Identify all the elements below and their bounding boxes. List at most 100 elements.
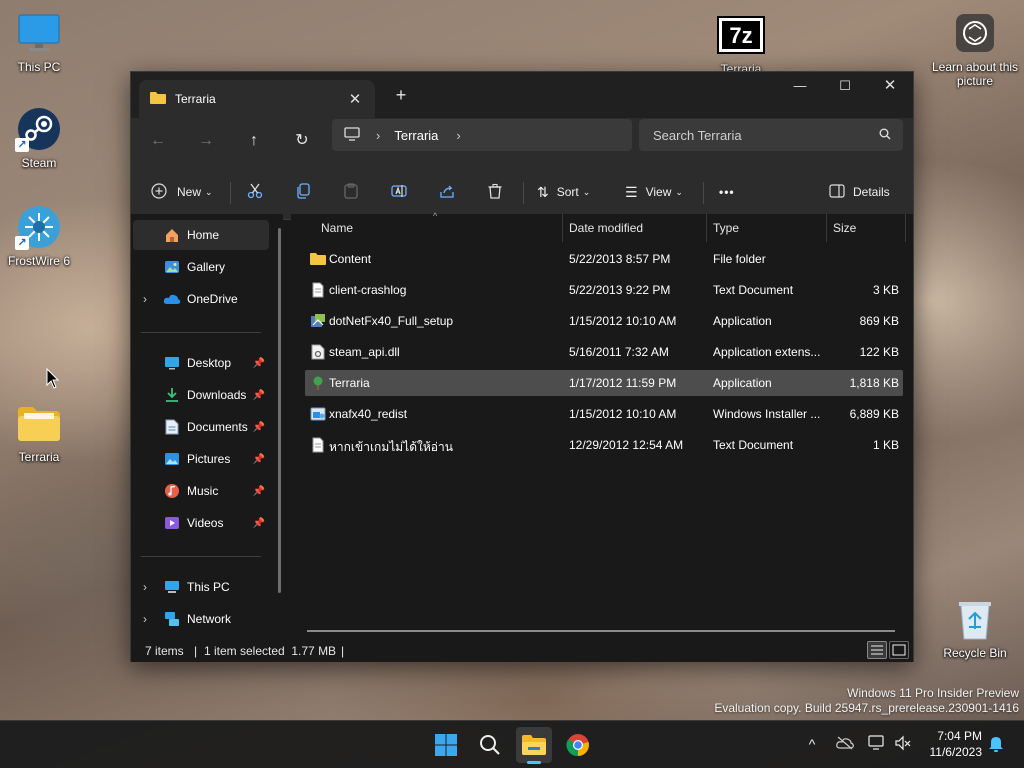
sidebar-item-music[interactable]: Music 📌	[133, 476, 269, 506]
sidebar-item-pictures[interactable]: Pictures 📌	[133, 444, 269, 474]
file-row[interactable]: xnafx40_redist 1/15/2012 10:10 AM Window…	[305, 401, 903, 427]
share-button[interactable]	[439, 178, 455, 206]
column-divider[interactable]	[706, 214, 707, 242]
frostwire-icon: ↗	[15, 204, 63, 250]
search-icon	[879, 128, 891, 143]
column-header-date[interactable]: Date modified	[569, 214, 705, 242]
clock[interactable]: 7:04 PM 11/6/2023	[918, 728, 983, 760]
column-divider[interactable]	[562, 214, 563, 242]
back-arrow-icon[interactable]: ←	[145, 129, 171, 153]
chevron-right-icon[interactable]: ›	[143, 292, 147, 306]
file-row[interactable]: steam_api.dll 5/16/2011 7:32 AM Applicat…	[305, 339, 903, 365]
file-explorer-taskbar-button[interactable]	[516, 727, 552, 764]
minimize-button[interactable]: —	[777, 72, 823, 102]
file-type: File folder	[713, 252, 766, 266]
sidebar-scrollbar[interactable]	[278, 228, 281, 593]
computer-icon	[163, 579, 181, 595]
file-row[interactable]: Content 5/22/2013 8:57 PM File folder	[305, 246, 903, 272]
cut-button[interactable]	[247, 178, 263, 206]
sidebar-item-network[interactable]: › Network	[133, 604, 269, 634]
more-options-button[interactable]: •••	[719, 178, 735, 206]
pin-icon[interactable]: 📌	[253, 518, 265, 529]
copy-button[interactable]	[295, 178, 311, 206]
delete-button[interactable]	[487, 178, 503, 206]
rename-button[interactable]	[391, 178, 407, 206]
sidebar-item-this-pc[interactable]: › This PC	[133, 572, 269, 602]
paste-button[interactable]	[343, 178, 359, 206]
chevron-right-icon[interactable]: ›	[143, 580, 147, 594]
sidebar-item-gallery[interactable]: Gallery	[133, 252, 269, 282]
column-label: Date modified	[569, 221, 644, 235]
desktop-icon-learn-picture[interactable]: Learn about this picture	[932, 10, 1018, 88]
file-row[interactable]: หากเข้าเกมไม่ได้ให้อ่าน 12/29/2012 12:54…	[305, 432, 903, 458]
network-tray-icon[interactable]	[868, 735, 886, 754]
camera-icon	[951, 10, 999, 56]
tab-close-button[interactable]: ✕	[345, 90, 365, 108]
sidebar-item-onedrive[interactable]: › OneDrive	[133, 284, 269, 314]
file-row-selected[interactable]: Terraria 1/17/2012 11:59 PM Application …	[305, 370, 903, 396]
new-label: New	[177, 185, 202, 199]
active-app-indicator	[527, 761, 541, 764]
tab-terraria[interactable]: Terraria ✕	[139, 80, 375, 118]
tiles-view-toggle[interactable]	[889, 641, 909, 659]
new-tab-button[interactable]: +	[389, 84, 413, 108]
sidebar-item-label: Documents	[187, 420, 248, 434]
sidebar-item-downloads[interactable]: Downloads 📌	[133, 380, 269, 410]
view-button[interactable]: ☰ View ⌄	[625, 178, 683, 206]
start-button[interactable]	[428, 727, 464, 763]
address-bar[interactable]: › Terraria ›	[332, 119, 632, 151]
pin-icon[interactable]: 📌	[253, 454, 265, 465]
maximize-button[interactable]: ☐	[822, 72, 868, 102]
new-button[interactable]: New ⌄	[151, 178, 213, 206]
sort-button[interactable]: ⇅ Sort ⌄	[537, 178, 590, 206]
volume-muted-icon[interactable]	[894, 735, 912, 754]
chevron-right-icon[interactable]: ›	[143, 612, 147, 626]
file-date: 1/15/2012 10:10 AM	[569, 407, 677, 421]
sidebar-item-videos[interactable]: Videos 📌	[133, 508, 269, 538]
list-view-icon: ☰	[625, 183, 638, 200]
file-row[interactable]: dotNetFx40_Full_setup 1/15/2012 10:10 AM…	[305, 308, 903, 334]
desktop-icon-frostwire[interactable]: ↗ FrostWire 6	[0, 204, 78, 268]
sidebar-item-label: Network	[187, 612, 232, 626]
file-row[interactable]: client-crashlog 5/22/2013 9:22 PM Text D…	[305, 277, 903, 303]
column-divider[interactable]	[905, 214, 906, 242]
details-view-toggle[interactable]	[867, 641, 887, 659]
download-icon	[163, 387, 181, 403]
sidebar-item-home[interactable]: Home	[133, 220, 269, 250]
show-hidden-icons-button[interactable]: ^	[804, 736, 820, 752]
sidebar-item-documents[interactable]: Documents 📌	[133, 412, 269, 442]
chevron-down-icon: ⌄	[675, 186, 683, 197]
forward-arrow-icon[interactable]: →	[193, 129, 219, 153]
pin-icon[interactable]: 📌	[253, 358, 265, 369]
horizontal-scrollbar[interactable]	[307, 630, 895, 632]
onedrive-tray-icon[interactable]	[836, 736, 854, 753]
search-input[interactable]: Search Terraria	[639, 119, 903, 151]
shortcut-arrow-icon: ↗	[15, 236, 29, 250]
desktop-icon-recycle-bin[interactable]: Recycle Bin	[936, 596, 1014, 660]
column-divider[interactable]	[826, 214, 827, 242]
column-header-name[interactable]: Name	[321, 214, 561, 242]
breadcrumb[interactable]: Terraria	[394, 128, 438, 143]
sidebar-item-desktop[interactable]: Desktop 📌	[133, 348, 269, 378]
column-header-size[interactable]: Size	[833, 214, 903, 242]
desktop-icon-this-pc[interactable]: This PC	[0, 10, 78, 74]
pin-icon[interactable]: 📌	[253, 486, 265, 497]
selection-info: 1 item selected 1.77 MB	[204, 644, 337, 658]
column-header-type[interactable]: Type	[713, 214, 825, 242]
close-window-button[interactable]: ✕	[867, 72, 913, 102]
up-arrow-icon[interactable]: ↑	[241, 129, 267, 153]
desktop-icon-terraria-7z[interactable]: 7z Terraria	[702, 12, 780, 76]
file-date: 5/22/2013 8:57 PM	[569, 252, 671, 266]
file-date: 12/29/2012 12:54 AM	[569, 438, 684, 452]
sidebar-item-label: Music	[187, 484, 219, 498]
desktop-icon-steam[interactable]: ↗ Steam	[0, 106, 78, 170]
7zip-icon: 7z	[717, 12, 765, 58]
search-button[interactable]	[472, 727, 508, 763]
details-pane-button[interactable]: Details	[829, 178, 890, 206]
pin-icon[interactable]: 📌	[253, 390, 265, 401]
notification-bell-icon[interactable]	[988, 735, 1004, 756]
refresh-icon[interactable]: ↻	[289, 129, 315, 153]
pin-icon[interactable]: 📌	[253, 422, 265, 433]
desktop-icon-terraria-folder[interactable]: Terraria	[0, 400, 78, 464]
chrome-taskbar-button[interactable]	[560, 727, 596, 763]
